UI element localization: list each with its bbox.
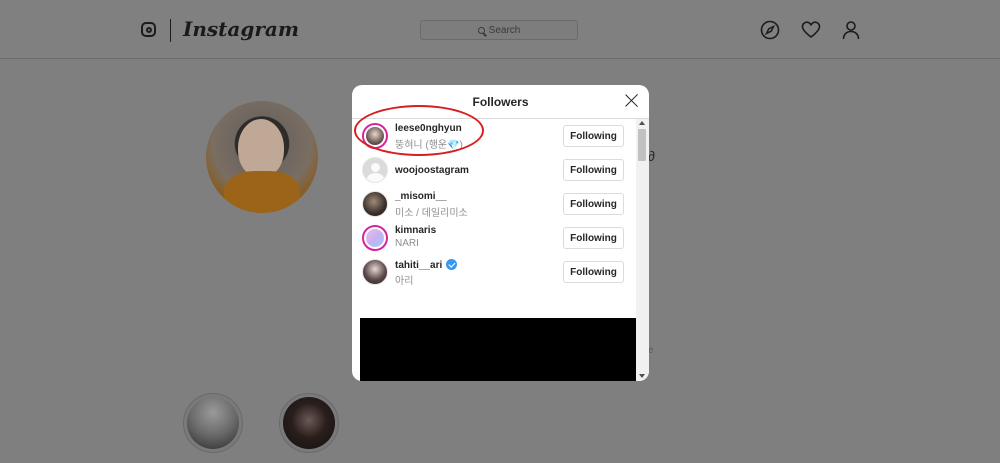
full-name: 뚱혀니 (행운💎) <box>395 140 463 151</box>
scrollbar[interactable] <box>636 119 649 381</box>
username[interactable]: leese0nghyun <box>395 123 462 134</box>
explore-icon[interactable] <box>760 20 780 40</box>
full-name: 아리 <box>395 276 414 287</box>
avatar[interactable] <box>362 157 388 183</box>
verified-badge-icon <box>446 259 458 270</box>
dialog-header: Followers <box>352 85 649 119</box>
follower-row[interactable]: kimnaris NARI Following <box>352 221 636 255</box>
logo-divider <box>170 19 171 42</box>
username-wrap[interactable]: tahiti__ari <box>395 259 458 271</box>
username[interactable]: kimnaris <box>395 225 436 236</box>
followers-dialog: Followers leese0nghyun 뚱혀니 (행운💎) Followi… <box>352 85 649 381</box>
following-button[interactable]: Following <box>563 227 624 249</box>
avatar[interactable] <box>362 225 388 251</box>
following-button[interactable]: Following <box>563 261 624 283</box>
instagram-wordmark[interactable]: Instagram <box>183 17 299 41</box>
follower-row[interactable]: woojoostagram Following <box>352 153 636 187</box>
search-input[interactable]: Search <box>420 20 578 40</box>
close-icon[interactable] <box>625 94 638 107</box>
top-nav-bar: Instagram Search <box>0 0 1000 59</box>
follower-row[interactable]: tahiti__ari 아리 Following <box>352 255 636 289</box>
username[interactable]: woojoostagram <box>395 165 469 176</box>
avatar[interactable] <box>362 123 388 149</box>
scroll-down-arrow-icon[interactable] <box>639 374 645 378</box>
profile-icon[interactable] <box>841 20 861 40</box>
follower-row[interactable]: _misomi__ 미소 / 데일리미소 Following <box>352 187 636 221</box>
avatar[interactable] <box>362 259 388 285</box>
username[interactable]: tahiti__ari <box>395 260 442 271</box>
profile-avatar[interactable] <box>206 101 318 213</box>
following-button[interactable]: Following <box>563 125 624 147</box>
full-name: 미소 / 데일리미소 <box>395 208 468 219</box>
username[interactable]: _misomi__ <box>395 191 447 202</box>
heart-icon[interactable] <box>801 20 821 40</box>
full-name: NARI <box>395 238 419 249</box>
story-highlight[interactable] <box>279 393 339 453</box>
dialog-title: Followers <box>472 95 529 109</box>
avatar[interactable] <box>362 191 388 217</box>
search-icon <box>477 26 485 34</box>
search-placeholder: Search <box>488 24 521 36</box>
scroll-up-arrow-icon[interactable] <box>639 121 645 125</box>
obscured-profile-text: ∂ <box>648 148 655 164</box>
redacted-area <box>360 318 636 381</box>
follower-row[interactable]: leese0nghyun 뚱혀니 (행운💎) Following <box>352 119 636 153</box>
instagram-logo-icon[interactable] <box>141 22 156 37</box>
following-button[interactable]: Following <box>563 159 624 181</box>
story-highlight[interactable] <box>183 393 243 453</box>
scrollbar-thumb[interactable] <box>638 129 646 161</box>
following-button[interactable]: Following <box>563 193 624 215</box>
followers-list: leese0nghyun 뚱혀니 (행운💎) Following woojoos… <box>352 119 636 381</box>
